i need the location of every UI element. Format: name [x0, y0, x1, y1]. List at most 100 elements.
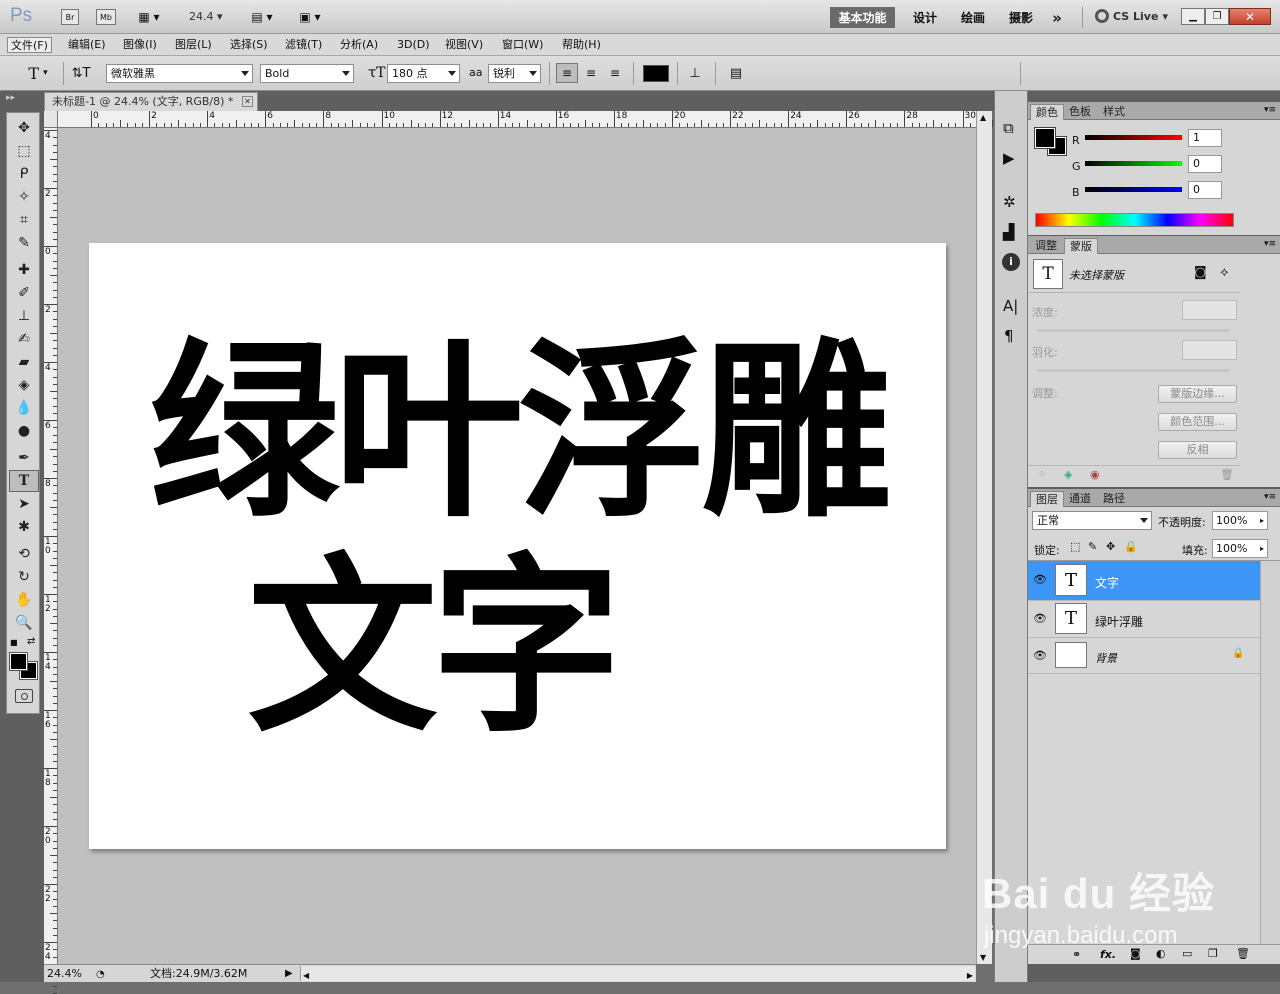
font-size-field[interactable]: 180 点 [387, 64, 460, 83]
b-slider[interactable] [1085, 187, 1182, 192]
menu-select[interactable]: 选择(S) [227, 37, 271, 53]
density-slider[interactable] [1038, 329, 1230, 332]
align-right-button[interactable]: ≡ [604, 63, 626, 83]
toggle-text-orientation-button[interactable]: ⇅T [70, 63, 92, 83]
warp-text-button[interactable]: ⊥ [684, 63, 706, 83]
layers-scrollbar[interactable] [1260, 561, 1280, 944]
clone-stamp-tool[interactable]: ⊥ [9, 305, 39, 327]
close-tab-icon[interactable]: ✕ [242, 96, 253, 107]
layer-name[interactable]: 文字 [1095, 574, 1119, 591]
vector-mask-icon[interactable]: ⟡ [1220, 265, 1229, 280]
menu-window[interactable]: 窗口(W) [499, 37, 546, 53]
menu-image[interactable]: 图像(I) [120, 37, 160, 53]
lock-position-icon[interactable]: ✥ [1106, 540, 1115, 553]
blur-tool[interactable]: 💧 [9, 397, 39, 419]
status-zoom[interactable]: 24.4% [47, 965, 82, 982]
cs-live-button[interactable]: CS Live ▾ [1095, 9, 1168, 23]
eyedropper-tool[interactable]: ✎ [9, 232, 39, 254]
menu-layer[interactable]: 图层(L) [172, 37, 215, 53]
info-panel-icon[interactable]: i [1002, 253, 1020, 271]
tool-preset-picker[interactable]: T ▾ [20, 63, 56, 83]
menu-edit[interactable]: 编辑(E) [65, 37, 109, 53]
navigator-panel-icon[interactable]: ✲ [1003, 193, 1016, 211]
r-slider[interactable] [1085, 135, 1182, 140]
bridge-button[interactable]: Br [61, 9, 79, 25]
eraser-tool[interactable]: ▰ [9, 351, 39, 373]
history-panel-icon[interactable]: ⧉ [1003, 119, 1014, 137]
view-extras-button[interactable]: ▦ ▾ [132, 9, 166, 25]
lasso-tool[interactable]: ᑭ [9, 163, 39, 185]
character-panel-icon[interactable]: A| [1003, 297, 1018, 315]
density-field[interactable] [1182, 300, 1237, 320]
healing-brush-tool[interactable]: ✚ [9, 259, 39, 281]
tools-collapse-icon[interactable]: ▸▸ [6, 93, 15, 103]
status-info-icon[interactable]: ◔ [96, 966, 105, 983]
restore-button[interactable]: ❐ [1205, 8, 1229, 25]
anti-alias-dropdown[interactable]: 锐利 [488, 64, 541, 83]
text-layer-text[interactable]: 文字 [3, 543, 860, 753]
menu-3d[interactable]: 3D(D) [394, 37, 433, 53]
delete-mask-icon[interactable]: 🗑 [1220, 468, 1234, 481]
workspace-design[interactable]: 设计 [905, 7, 945, 28]
feather-field[interactable] [1182, 340, 1237, 360]
disable-mask-icon[interactable]: ◉ [1090, 468, 1100, 481]
tab-layers[interactable]: 图层 [1030, 491, 1064, 507]
arrange-documents-button[interactable]: ▤ ▾ [245, 9, 279, 25]
scroll-down-icon[interactable]: ▼ [980, 953, 986, 962]
invert-button[interactable]: 反相 [1158, 441, 1237, 459]
actions-panel-icon[interactable]: ▶ [1003, 149, 1015, 167]
foreground-swatch[interactable] [1034, 127, 1056, 149]
layer-row[interactable]: 👁 背景 🔒 [1028, 638, 1260, 674]
move-tool[interactable]: ✥ [9, 117, 39, 139]
scroll-right-icon[interactable]: ▶ [967, 967, 973, 984]
visibility-eye-icon[interactable]: 👁 [1033, 613, 1047, 625]
close-button[interactable]: ✕ [1229, 8, 1271, 25]
document-tab[interactable]: 未标题-1 @ 24.4% (文字, RGB/8) * ✕ [44, 92, 258, 111]
panel-menu-icon[interactable]: ▾≡ [1264, 105, 1276, 115]
r-field[interactable]: 1 [1188, 129, 1222, 147]
align-center-button[interactable]: ≡ [580, 63, 602, 83]
layer-row[interactable]: 👁 T 文字 [1028, 561, 1260, 601]
menu-analysis[interactable]: 分析(A) [337, 37, 381, 53]
screen-mode-button[interactable]: ▣ ▾ [293, 9, 327, 25]
lock-transparent-icon[interactable]: ⬚ [1070, 540, 1080, 553]
status-menu-arrow-icon[interactable]: ▶ [285, 965, 293, 982]
vertical-scrollbar[interactable]: ▲ ▼ [976, 111, 992, 964]
scroll-up-icon[interactable]: ▲ [980, 113, 986, 122]
mini-bridge-button[interactable]: Mb [96, 9, 116, 25]
tab-masks[interactable]: 蒙版 [1064, 238, 1098, 254]
layer-row[interactable]: 👁 T 绿叶浮雕 [1028, 601, 1260, 638]
minimize-button[interactable]: ▁ [1181, 8, 1205, 25]
apply-mask-icon[interactable]: ◈ [1064, 468, 1072, 481]
custom-shape-tool[interactable]: ✱ [9, 516, 39, 538]
visibility-eye-icon[interactable]: 👁 [1033, 574, 1047, 586]
workspace-essentials[interactable]: 基本功能 [830, 7, 895, 28]
menu-help[interactable]: 帮助(H) [559, 37, 604, 53]
tab-styles[interactable]: 样式 [1098, 104, 1130, 120]
layer-name[interactable]: 背景 [1095, 650, 1117, 666]
brush-tool[interactable]: ✐ [9, 282, 39, 304]
tab-paths[interactable]: 路径 [1098, 491, 1130, 507]
menu-filter[interactable]: 滤镜(T) [282, 37, 325, 53]
workspace-more-button[interactable]: » [1046, 7, 1068, 28]
paragraph-panel-icon[interactable]: ¶ [1004, 327, 1014, 345]
history-brush-tool[interactable]: ✍ [9, 328, 39, 350]
b-field[interactable]: 0 [1188, 181, 1222, 199]
tab-swatches[interactable]: 色板 [1064, 104, 1096, 120]
workspace-painting[interactable]: 绘画 [953, 7, 993, 28]
ruler-origin[interactable] [44, 111, 58, 128]
panel-menu-icon[interactable]: ▾≡ [1264, 239, 1276, 249]
type-tool[interactable]: T [9, 470, 39, 492]
opacity-field[interactable]: 100% ▸ [1212, 511, 1268, 530]
layer-name[interactable]: 绿叶浮雕 [1095, 613, 1143, 630]
lock-all-icon[interactable]: 🔒 [1124, 540, 1138, 553]
pixel-mask-icon[interactable]: ◙ [1194, 265, 1207, 280]
tab-color[interactable]: 颜色 [1030, 104, 1064, 120]
fill-field[interactable]: 100% ▸ [1212, 539, 1268, 558]
marquee-tool[interactable]: ⬚ [9, 140, 39, 162]
crop-tool[interactable]: ⌗ [9, 209, 39, 231]
g-slider[interactable] [1085, 161, 1182, 166]
panel-menu-icon[interactable]: ▾≡ [1264, 492, 1276, 502]
delete-layer-icon[interactable]: 🗑 [1236, 947, 1250, 960]
align-left-button[interactable]: ≡ [556, 63, 578, 83]
